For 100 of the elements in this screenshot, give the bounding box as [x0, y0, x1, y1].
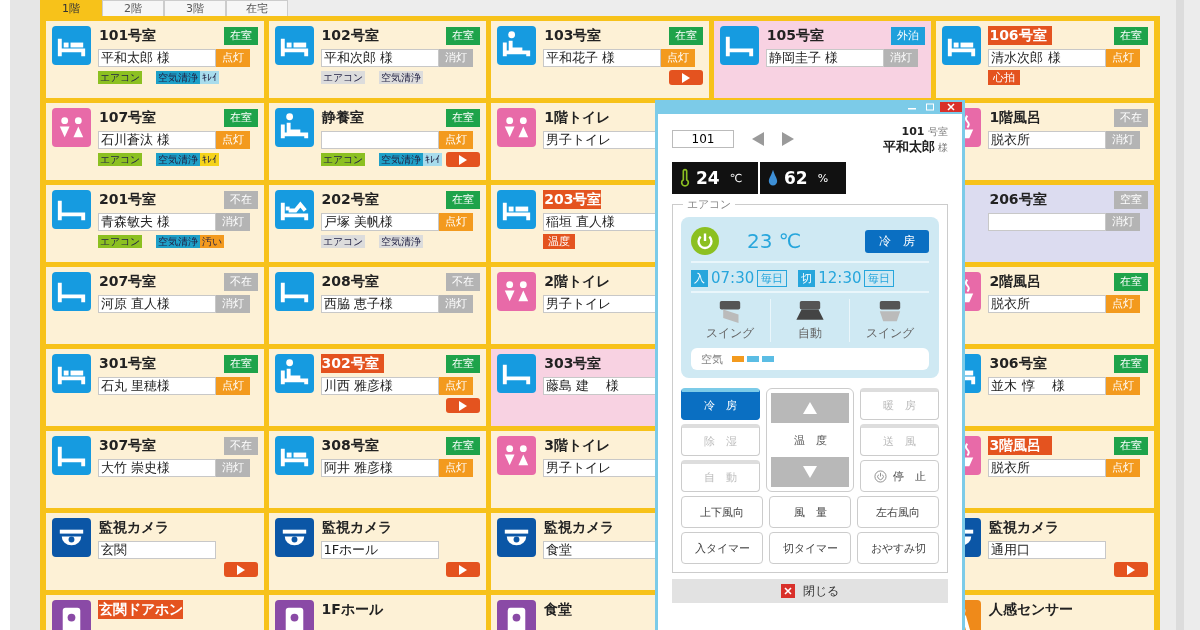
remote-button[interactable]: 左右風向: [857, 496, 939, 528]
floor-tab[interactable]: 1階: [40, 0, 102, 16]
airflow-label: スイング: [706, 325, 755, 342]
room-type-icon: [719, 26, 759, 65]
name-field[interactable]: 脱衣所: [988, 458, 1107, 477]
device-tag: エアコン: [320, 71, 365, 84]
device-tag: エアコン: [98, 71, 142, 84]
name-field[interactable]: [988, 212, 1107, 231]
device-tag: エアコン: [320, 235, 365, 248]
play-icon: [458, 400, 469, 411]
play-button[interactable]: [1114, 562, 1148, 577]
room-type-icon: [274, 108, 314, 147]
play-button[interactable]: [668, 70, 703, 85]
remote-button[interactable]: 切タイマー: [769, 532, 851, 564]
name-field[interactable]: 清水次郎 様: [988, 48, 1107, 67]
room-type-icon: [52, 354, 91, 393]
name-field[interactable]: 石丸 里穂様: [98, 376, 216, 395]
name-field[interactable]: 大竹 崇史様: [98, 458, 216, 477]
room-type-icon: [497, 600, 537, 630]
honorific: 様: [938, 141, 948, 153]
room-title: 101号室: [98, 26, 157, 45]
name-field[interactable]: 脱衣所: [988, 294, 1107, 313]
name-field[interactable]: 通用口: [988, 540, 1107, 559]
name-field[interactable]: 脱衣所: [988, 130, 1107, 149]
play-button[interactable]: [446, 398, 481, 413]
scrollbar[interactable]: [1160, 0, 1200, 630]
temperature-down-button[interactable]: [770, 457, 850, 487]
resident-name: 平和太郎: [882, 138, 935, 154]
room-type-icon: [274, 518, 314, 557]
room-title: 107号室: [98, 108, 157, 127]
name-field[interactable]: 阿井 雅彦様: [320, 458, 439, 477]
device-tag: ｷﾚｲ: [200, 153, 219, 166]
floor-tab[interactable]: 2階: [102, 0, 164, 16]
light-badge: 点灯: [1106, 376, 1141, 395]
name-field[interactable]: 戸塚 美帆様: [320, 212, 439, 231]
presence-badge: 外泊: [891, 26, 926, 45]
name-field[interactable]: [320, 130, 439, 149]
light-badge: 消灯: [883, 48, 918, 67]
light-badge: 消灯: [438, 48, 473, 67]
name-field[interactable]: 静岡圭子 様: [765, 48, 884, 67]
close-button[interactable]: 閉じる: [672, 579, 948, 603]
close-icon[interactable]: [940, 102, 962, 112]
device-tag: エアコン: [320, 153, 365, 166]
room-title: 監視カメラ: [98, 518, 169, 537]
presence-badge: 不在: [223, 436, 258, 455]
next-icon[interactable]: [782, 132, 794, 146]
remote-button[interactable]: おやすみ切: [857, 532, 939, 564]
light-badge: 点灯: [1106, 458, 1141, 477]
floor-tab[interactable]: 在宅: [226, 0, 288, 16]
play-button[interactable]: [446, 562, 481, 577]
room-title: 監視カメラ: [320, 518, 392, 537]
presence-badge: 在室: [223, 108, 258, 127]
air-label: 空気: [701, 351, 723, 367]
remote-button[interactable]: 上下風向: [681, 496, 763, 528]
room-type-icon: [52, 518, 91, 557]
remote-button[interactable]: 風 量: [769, 496, 851, 528]
name-field[interactable]: 玄関: [98, 540, 216, 559]
name-field[interactable]: 西脇 恵子様: [320, 294, 439, 313]
previous-icon[interactable]: [752, 132, 764, 146]
name-field[interactable]: 1Fホール: [320, 540, 439, 559]
name-field[interactable]: 平和太郎 様: [98, 48, 216, 67]
room-title: 307号室: [98, 436, 157, 455]
timer-time: 07:30: [711, 269, 755, 287]
room-number-field[interactable]: 101: [672, 130, 734, 148]
play-icon: [458, 154, 469, 165]
setpoint-text: 23 ℃: [747, 229, 802, 253]
room-title: 303号室: [543, 354, 602, 373]
presence-badge: 在室: [446, 190, 481, 209]
play-button[interactable]: [223, 562, 258, 577]
name-field[interactable]: 青森敏夫 様: [98, 212, 216, 231]
room-title: 308号室: [320, 436, 379, 455]
mode-button[interactable]: 冷 房: [681, 388, 760, 420]
name-field[interactable]: 平和花子 様: [543, 48, 662, 67]
presence-badge: 在室: [1114, 436, 1148, 455]
stop-button[interactable]: 停 止: [860, 460, 939, 492]
airflow-label: スイング: [865, 325, 914, 342]
name-field[interactable]: 石川蒼汰 様: [98, 130, 216, 149]
timer-repeat: 毎日: [864, 269, 895, 287]
play-button[interactable]: [446, 152, 481, 167]
light-badge: 点灯: [216, 48, 250, 67]
floor-tab[interactable]: 3階: [164, 0, 226, 16]
timer-label: 切: [798, 269, 816, 287]
device-tag: 空気清浄: [156, 235, 200, 248]
name-field[interactable]: 川西 雅彦様: [320, 376, 439, 395]
room-title: 106号室: [988, 26, 1052, 45]
mode-badge: 冷 房: [865, 229, 929, 253]
name-field[interactable]: 並木 惇 様: [988, 376, 1107, 395]
room-unit: 号室: [928, 125, 948, 137]
temperature-up-button[interactable]: [770, 393, 850, 423]
remote-button[interactable]: 入タイマー: [681, 532, 763, 564]
name-field[interactable]: 平和次郎 様: [320, 48, 439, 67]
light-badge: 消灯: [216, 212, 250, 231]
power-icon[interactable]: [691, 227, 719, 255]
close-icon: [781, 584, 795, 598]
room-type-icon: [497, 272, 537, 311]
light-badge: 消灯: [1106, 130, 1141, 149]
name-field[interactable]: 河原 直人様: [98, 294, 216, 313]
play-icon: [235, 564, 246, 575]
device-tag: エアコン: [98, 235, 142, 248]
room-type-icon: [274, 272, 314, 311]
